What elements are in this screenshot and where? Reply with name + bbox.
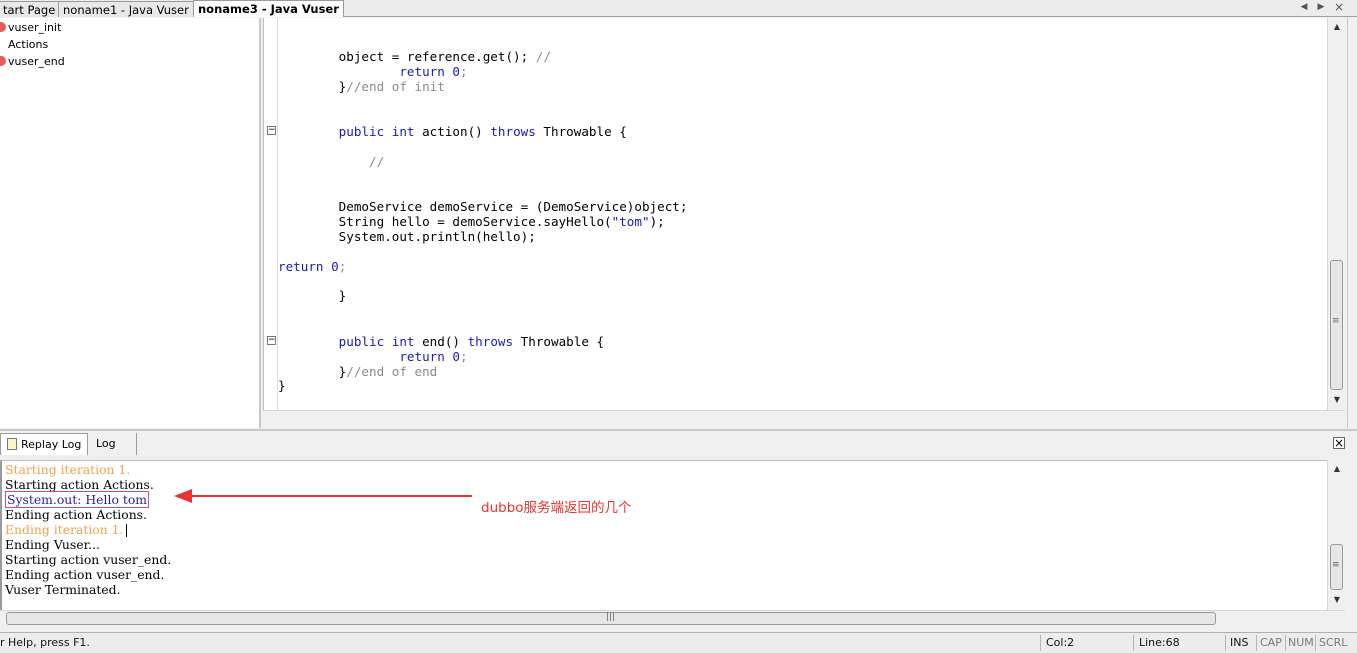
status-divider bbox=[1285, 635, 1286, 651]
window-edge-scrollbar[interactable] bbox=[1347, 18, 1357, 428]
tab-log[interactable]: Log bbox=[90, 433, 137, 455]
close-output-icon[interactable]: × bbox=[1333, 437, 1345, 449]
output-tab-bar: Replay Log Log × bbox=[0, 429, 1357, 455]
annotation-text: dubbo服务端返回的几个 bbox=[481, 500, 632, 516]
scroll-up-icon[interactable]: ▲ bbox=[1329, 20, 1345, 34]
tree-item-label: Actions bbox=[8, 38, 49, 51]
annotation-arrow bbox=[174, 489, 472, 503]
tree-item-vuser-end[interactable]: vuser_end bbox=[0, 55, 65, 71]
document-tab-bar: tart Page noname1 - Java Vuser noname3 -… bbox=[0, 0, 1357, 17]
text-caret bbox=[125, 524, 127, 537]
tab-noname1[interactable]: noname1 - Java Vuser bbox=[58, 1, 194, 17]
log-line-highlighted: System.out: Hello tom bbox=[5, 491, 150, 508]
fold-collapse-icon[interactable]: − bbox=[267, 336, 276, 345]
action-tree: vuser_init Actions vuser_end bbox=[0, 18, 261, 428]
grip-icon: ≡ bbox=[1332, 560, 1340, 570]
close-document-icon[interactable]: × bbox=[1331, 0, 1347, 16]
log-line: Starting action vuser_end. bbox=[5, 552, 172, 567]
code-line: return 0; bbox=[278, 259, 347, 274]
code-line: return 0; bbox=[399, 349, 468, 364]
log-vertical-scrollbar[interactable]: ▲ ≡ ▼ bbox=[1327, 460, 1345, 610]
log-horizontal-scrollbar[interactable]: ||| bbox=[0, 610, 1345, 627]
code-line: } bbox=[278, 378, 286, 393]
log-line: Ending action Actions. bbox=[5, 507, 147, 522]
java-vuser-window: tart Page noname1 - Java Vuser noname3 -… bbox=[0, 0, 1357, 653]
code-line: public int end() throws Throwable { bbox=[338, 334, 605, 349]
tree-item-actions[interactable]: Actions bbox=[0, 38, 48, 54]
grip-icon: ≡ bbox=[1332, 316, 1340, 326]
status-line: Line:68 bbox=[1139, 636, 1180, 649]
code-text: object = reference.get(); // return 0; }… bbox=[278, 18, 687, 393]
grip-icon: ||| bbox=[606, 612, 616, 622]
code-line: object = reference.get(); // bbox=[278, 49, 551, 64]
log-line: Ending Vuser... bbox=[5, 537, 100, 552]
status-scrl: SCRL bbox=[1319, 636, 1348, 649]
code-line: return 0; bbox=[399, 64, 468, 79]
code-editor[interactable]: − − object = reference.get(); // return … bbox=[263, 18, 1327, 410]
editor-horizontal-scrollbar[interactable] bbox=[263, 410, 1345, 427]
log-line: Ending iteration 1. bbox=[5, 522, 127, 537]
tab-noname3[interactable]: noname3 - Java Vuser bbox=[193, 0, 344, 17]
status-bar: r Help, press F1. Col:2 Line:68 INS CAP … bbox=[0, 632, 1357, 653]
tab-start-page[interactable]: tart Page bbox=[0, 1, 61, 17]
status-divider bbox=[1225, 635, 1226, 651]
log-line: Ending action vuser_end. bbox=[5, 567, 165, 582]
status-divider bbox=[1256, 635, 1257, 651]
code-line: String hello = demoService.sayHello("tom… bbox=[338, 214, 665, 229]
code-line: // bbox=[369, 154, 385, 169]
code-line: DemoService demoService = (DemoService)o… bbox=[338, 199, 688, 214]
status-ins: INS bbox=[1230, 636, 1249, 649]
tab-scroll-right-icon[interactable]: ▶ bbox=[1313, 0, 1329, 16]
scroll-up-icon[interactable]: ▲ bbox=[1329, 462, 1345, 476]
editor-vertical-scrollbar[interactable]: ▲ ≡ ▼ bbox=[1327, 18, 1345, 410]
code-line: }//end of end bbox=[338, 364, 438, 379]
log-icon bbox=[7, 438, 17, 450]
status-column: Col:2 bbox=[1046, 636, 1075, 649]
script-icon bbox=[0, 56, 6, 66]
log-line: Starting action Actions. bbox=[5, 477, 154, 492]
editor-gutter: − − bbox=[264, 18, 278, 410]
script-icon bbox=[0, 22, 6, 32]
tree-item-label: vuser_init bbox=[8, 21, 62, 34]
tree-item-label: vuser_end bbox=[8, 55, 65, 68]
tab-scroll-left-icon[interactable]: ◀ bbox=[1296, 0, 1312, 16]
status-divider bbox=[1315, 635, 1316, 651]
status-divider bbox=[1133, 635, 1134, 651]
log-line: Vuser Terminated. bbox=[5, 582, 121, 597]
status-cap: CAP bbox=[1260, 636, 1282, 649]
scroll-down-icon[interactable]: ▼ bbox=[1329, 393, 1345, 407]
fold-collapse-icon[interactable]: − bbox=[267, 126, 276, 135]
code-line: }//end of init bbox=[338, 79, 445, 94]
code-line: } bbox=[338, 288, 347, 303]
status-divider bbox=[1040, 635, 1041, 651]
status-help-text: r Help, press F1. bbox=[0, 636, 90, 649]
code-line: System.out.println(hello); bbox=[338, 229, 536, 244]
tab-replay-log[interactable]: Replay Log bbox=[0, 433, 89, 455]
replay-log-output[interactable]: Starting iteration 1. Starting action Ac… bbox=[0, 460, 1327, 610]
tree-item-vuser-init[interactable]: vuser_init bbox=[0, 21, 61, 37]
scroll-down-icon[interactable]: ▼ bbox=[1329, 593, 1345, 607]
log-line: Starting iteration 1. bbox=[5, 462, 131, 477]
status-num: NUM bbox=[1288, 636, 1314, 649]
code-line: public int action() throws Throwable { bbox=[338, 124, 627, 139]
